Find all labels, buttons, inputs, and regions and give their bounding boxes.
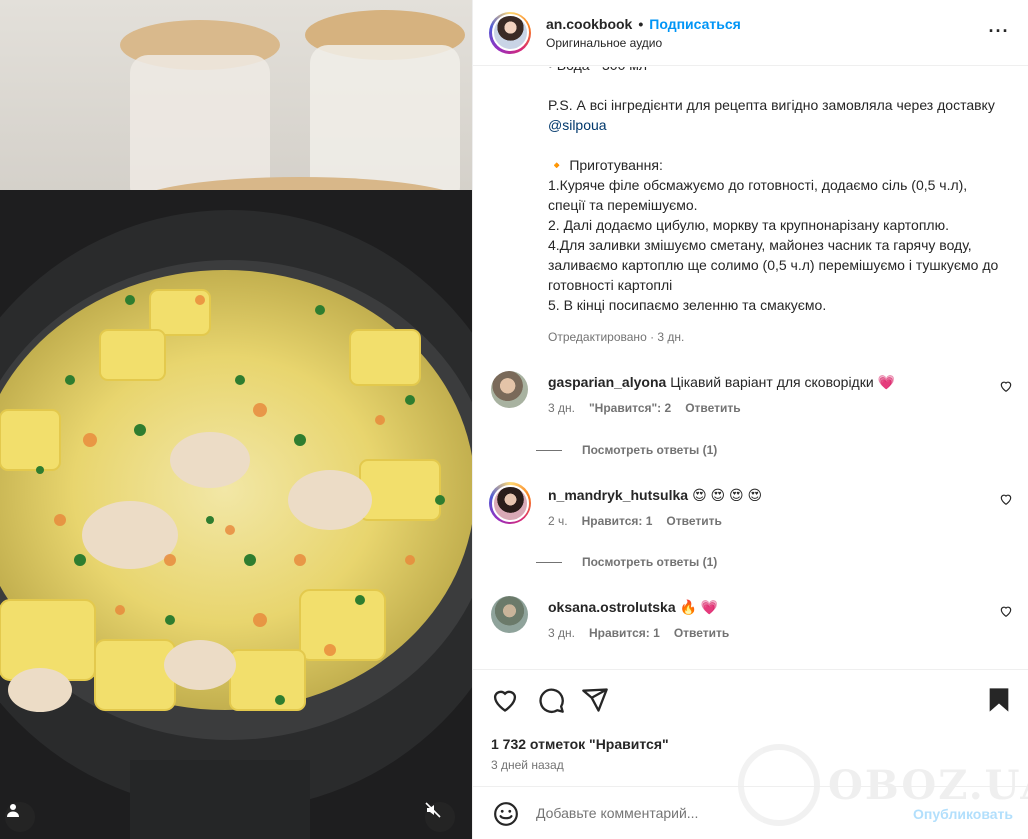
caption-step: 1.Куряче філе обсмажуємо до готовності, … xyxy=(548,177,972,213)
user-tag-button[interactable] xyxy=(5,802,35,832)
caption-step: 5. В кінці посипаємо зеленню та смакуємо… xyxy=(548,297,827,313)
comment-like-icon[interactable] xyxy=(999,492,1013,506)
mention-link[interactable]: @silpoua xyxy=(548,117,607,133)
follow-button[interactable]: Подписаться xyxy=(649,16,741,32)
bookmark-icon[interactable] xyxy=(985,686,1013,714)
share-icon[interactable] xyxy=(581,686,609,714)
view-replies-button[interactable]: Посмотреть ответы (1) xyxy=(536,443,717,457)
caption-step: 2. Далі додаємо цибулю, моркву та крупно… xyxy=(548,217,949,233)
comment-likes[interactable]: Нравится: 1 xyxy=(589,626,660,640)
post-date[interactable]: 3 дней назад xyxy=(491,758,564,772)
comment-like-icon[interactable] xyxy=(999,604,1013,618)
reply-button[interactable]: Ответить xyxy=(685,401,740,415)
author-avatar[interactable] xyxy=(489,11,531,54)
caption-ps-text: P.S. А всі інгредієнти для рецепта вигід… xyxy=(548,97,999,113)
view-replies-label: Посмотреть ответы (1) xyxy=(582,555,718,569)
comment-avatar[interactable] xyxy=(491,371,528,408)
edited-timestamp: Отредактировано · 3 дн. xyxy=(548,330,685,344)
comment-like-icon[interactable] xyxy=(999,379,1013,393)
comment-item: gasparian_alyona Цікавий варіант для сков… xyxy=(489,371,1013,415)
comment-text: 😍 😍 😍 😍 xyxy=(692,487,763,503)
caption-ps: P.S. А всі інгредієнти для рецепта вигід… xyxy=(548,95,1008,135)
caption-step: 4.Для заливки змішуємо сметану, майонез … xyxy=(548,237,1003,293)
post-header: an.cookbook • Подписаться Оригинальное а… xyxy=(473,0,1028,66)
replies-divider xyxy=(536,449,562,451)
comment-input[interactable] xyxy=(536,805,896,821)
comment-text: 🔥 💗 xyxy=(679,599,719,615)
comment-avatar[interactable] xyxy=(489,482,531,524)
comment-item: oksana.ostrolutska 🔥 💗 3 дн. Нравится: 1 … xyxy=(489,596,1013,640)
comment-time[interactable]: 2 ч. xyxy=(548,514,568,528)
caption-prep-title: 🔸 Приготування: xyxy=(548,157,663,173)
comment-username[interactable]: oksana.ostrolutska xyxy=(548,599,676,615)
post-actions: 1 732 отметок "Нравится" 3 дней назад OB… xyxy=(473,669,1028,839)
post-comment-button[interactable]: Опубликовать xyxy=(913,806,1013,822)
separator-dot: • xyxy=(638,15,644,32)
reply-button[interactable]: Ответить xyxy=(674,626,729,640)
comment-item: n_mandryk_hutsulka 😍 😍 😍 😍 2 ч. Нравится:… xyxy=(489,482,1013,528)
heart-icon[interactable] xyxy=(491,686,519,714)
more-icon: ··· xyxy=(988,20,1010,41)
reply-button[interactable]: Ответить xyxy=(666,514,721,528)
add-comment-bar: Опубликовать xyxy=(473,786,1028,839)
author-username[interactable]: an.cookbook xyxy=(546,16,632,32)
more-options-button[interactable]: ··· xyxy=(985,17,1013,45)
view-replies-button[interactable]: Посмотреть ответы (1) xyxy=(536,555,717,569)
comment-avatar[interactable] xyxy=(491,596,528,633)
view-replies-label: Посмотреть ответы (1) xyxy=(582,443,718,457)
comments-scroll-area[interactable]: • Вода - 300 мл P.S. А всі інгредієнти д… xyxy=(473,67,1028,669)
mute-button[interactable] xyxy=(425,802,455,832)
audio-link[interactable]: Оригинальное аудио xyxy=(546,36,741,50)
caption-ingredient-line: • Вода - 300 мл xyxy=(548,67,1008,75)
post-media-video[interactable] xyxy=(0,0,472,839)
comment-username[interactable]: gasparian_alyona xyxy=(548,374,666,390)
comment-time[interactable]: 3 дн. xyxy=(548,626,575,640)
user-icon xyxy=(7,804,19,817)
comment-likes[interactable]: Нравится: 1 xyxy=(582,514,653,528)
comment-username[interactable]: n_mandryk_hutsulka xyxy=(548,487,688,503)
food-photo xyxy=(0,0,472,839)
replies-divider xyxy=(536,561,562,563)
comment-icon[interactable] xyxy=(537,686,565,714)
likes-count[interactable]: 1 732 отметок "Нравится" xyxy=(491,736,669,752)
comment-text: Цікавий варіант для сковорідки 💗 xyxy=(670,374,895,390)
comment-time[interactable]: 3 дн. xyxy=(548,401,575,415)
emoji-icon[interactable] xyxy=(493,801,519,827)
muted-speaker-icon xyxy=(425,802,441,818)
post-caption: • Вода - 300 мл P.S. А всі інгредієнти д… xyxy=(548,67,1008,315)
comment-likes[interactable]: "Нравится": 2 xyxy=(589,401,671,415)
post-panel: an.cookbook • Подписаться Оригинальное а… xyxy=(472,0,1028,839)
